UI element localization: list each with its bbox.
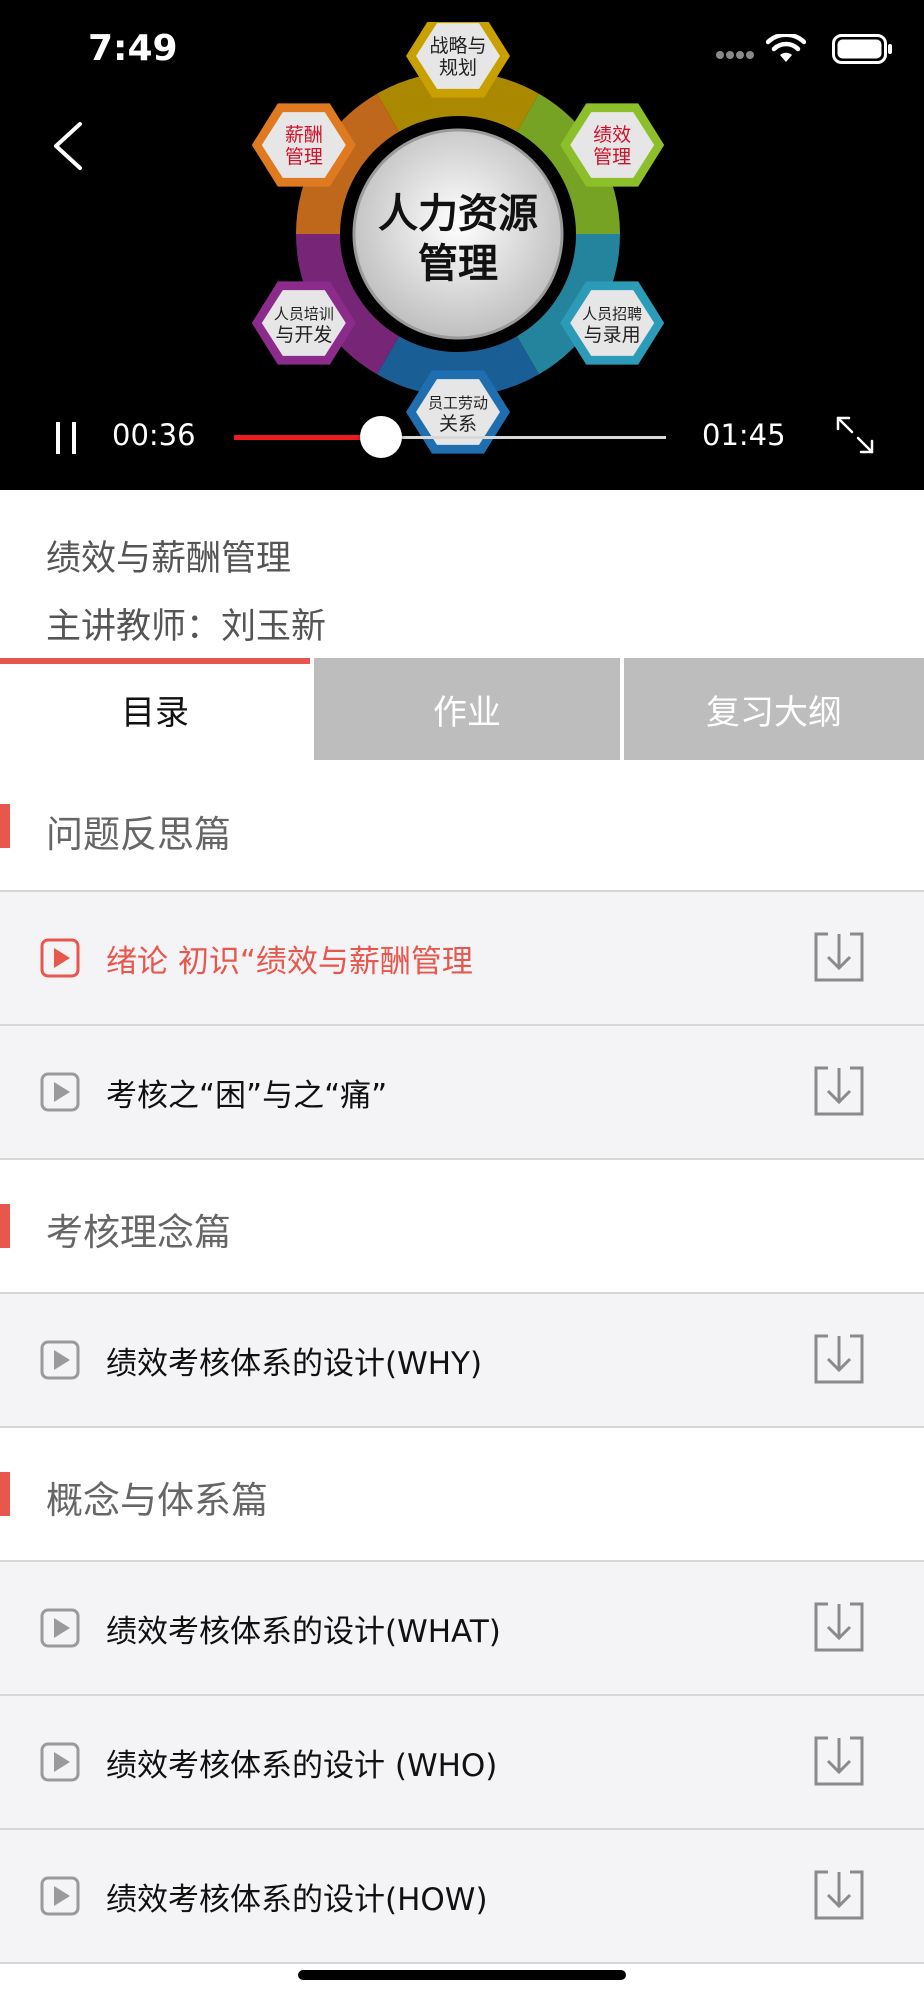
section-header: 概念与体系篇 [0, 1428, 924, 1560]
tab-bar: 目录 作业 复习大纲 [0, 658, 924, 760]
section-title: 考核理念篇 [46, 1211, 231, 1254]
current-time: 00:36 [112, 418, 196, 452]
back-icon[interactable] [44, 118, 100, 174]
diagram-node-label: 与录用 [584, 324, 641, 346]
section-marker [0, 1204, 10, 1248]
lesson-row[interactable]: 绩效考核体系的设计(WHY) [0, 1294, 924, 1426]
course-title: 绩效与薪酬管理 [46, 539, 292, 579]
progress-slider[interactable] [234, 416, 666, 458]
section-marker [0, 804, 10, 848]
section-marker [0, 1472, 10, 1516]
lesson-row[interactable]: 绩效考核体系的设计 (WHO) [0, 1696, 924, 1828]
pause-icon[interactable] [50, 420, 84, 458]
diagram-node-label: 薪酬 [285, 124, 323, 146]
lesson-title: 绩效考核体系的设计(WHAT) [106, 1614, 501, 1650]
progress-thumb[interactable] [359, 416, 402, 458]
play-icon [40, 1742, 80, 1782]
tab-catalog-label: 目录 [121, 692, 189, 733]
diagram-node-label: 与开发 [275, 324, 332, 346]
download-icon[interactable] [810, 928, 868, 986]
lesson-title: 绩效考核体系的设计(WHY) [106, 1346, 483, 1382]
download-icon[interactable] [810, 1732, 868, 1790]
tab-review-outline[interactable]: 复习大纲 [624, 658, 924, 760]
play-icon [40, 1340, 80, 1380]
diagram-node-label: 管理 [285, 146, 323, 168]
lesson-row[interactable]: 绩效考核体系的设计(WHAT) [0, 1562, 924, 1694]
tab-review-outline-label: 复习大纲 [706, 692, 842, 733]
download-icon[interactable] [810, 1866, 868, 1924]
play-icon [40, 1876, 80, 1916]
status-time: 7:49 [88, 28, 178, 69]
download-icon[interactable] [810, 1598, 868, 1656]
battery-icon [832, 34, 892, 64]
wifi-icon [766, 34, 806, 62]
section-title: 概念与体系篇 [46, 1479, 268, 1522]
teacher-name: 主讲教师：刘玉新 [46, 607, 327, 647]
lesson-row[interactable]: 考核之“困”与之“痛” [0, 1026, 924, 1158]
diagram-center-line2: 管理 [418, 241, 498, 286]
play-icon [40, 938, 80, 978]
section-header: 考核理念篇 [0, 1160, 924, 1292]
diagram-node-label: 规划 [439, 57, 477, 79]
tab-active-indicator [0, 658, 310, 664]
play-icon [40, 1072, 80, 1112]
lesson-title: 绩效考核体系的设计 (WHO) [106, 1748, 498, 1784]
diagram-node-label: 战略与 [429, 35, 486, 57]
lesson-row[interactable]: 绪论 初识“绩效与薪酬管理 [0, 892, 924, 1024]
tab-homework-label: 作业 [433, 692, 501, 733]
fullscreen-icon[interactable] [834, 414, 876, 456]
signal-icon [716, 48, 756, 62]
lesson-row[interactable]: 绩效考核体系的设计(HOW) [0, 1830, 924, 1962]
section-title: 问题反思篇 [46, 813, 231, 856]
diagram-node-label: 人员招聘 [582, 306, 642, 323]
diagram-node-label: 管理 [593, 146, 631, 168]
progress-fill [234, 435, 381, 440]
lesson-title: 绪论 初识“绩效与薪酬管理 [106, 944, 473, 980]
diagram-node-label: 人员培训 [274, 306, 334, 323]
download-icon[interactable] [810, 1330, 868, 1388]
player-controls: 00:36 01:45 [0, 400, 924, 470]
play-icon [40, 1608, 80, 1648]
diagram-center-line1: 人力资源 [378, 191, 538, 236]
home-indicator [298, 1970, 626, 1980]
lesson-title: 绩效考核体系的设计(HOW) [106, 1882, 488, 1918]
status-indicators [664, 0, 924, 100]
tab-homework[interactable]: 作业 [314, 658, 620, 760]
lesson-title: 考核之“困”与之“痛” [106, 1078, 388, 1114]
duration: 01:45 [702, 418, 786, 452]
download-icon[interactable] [810, 1062, 868, 1120]
diagram-node-label: 绩效 [593, 124, 631, 146]
section-header: 问题反思篇 [0, 760, 924, 892]
tab-catalog[interactable]: 目录 [0, 658, 310, 760]
video-player[interactable]: 人力资源 管理 战略与 规划 绩效 管理 人员招聘 与录用 员工劳动 关系 人员培训 与开发 薪酬管… [0, 0, 924, 490]
